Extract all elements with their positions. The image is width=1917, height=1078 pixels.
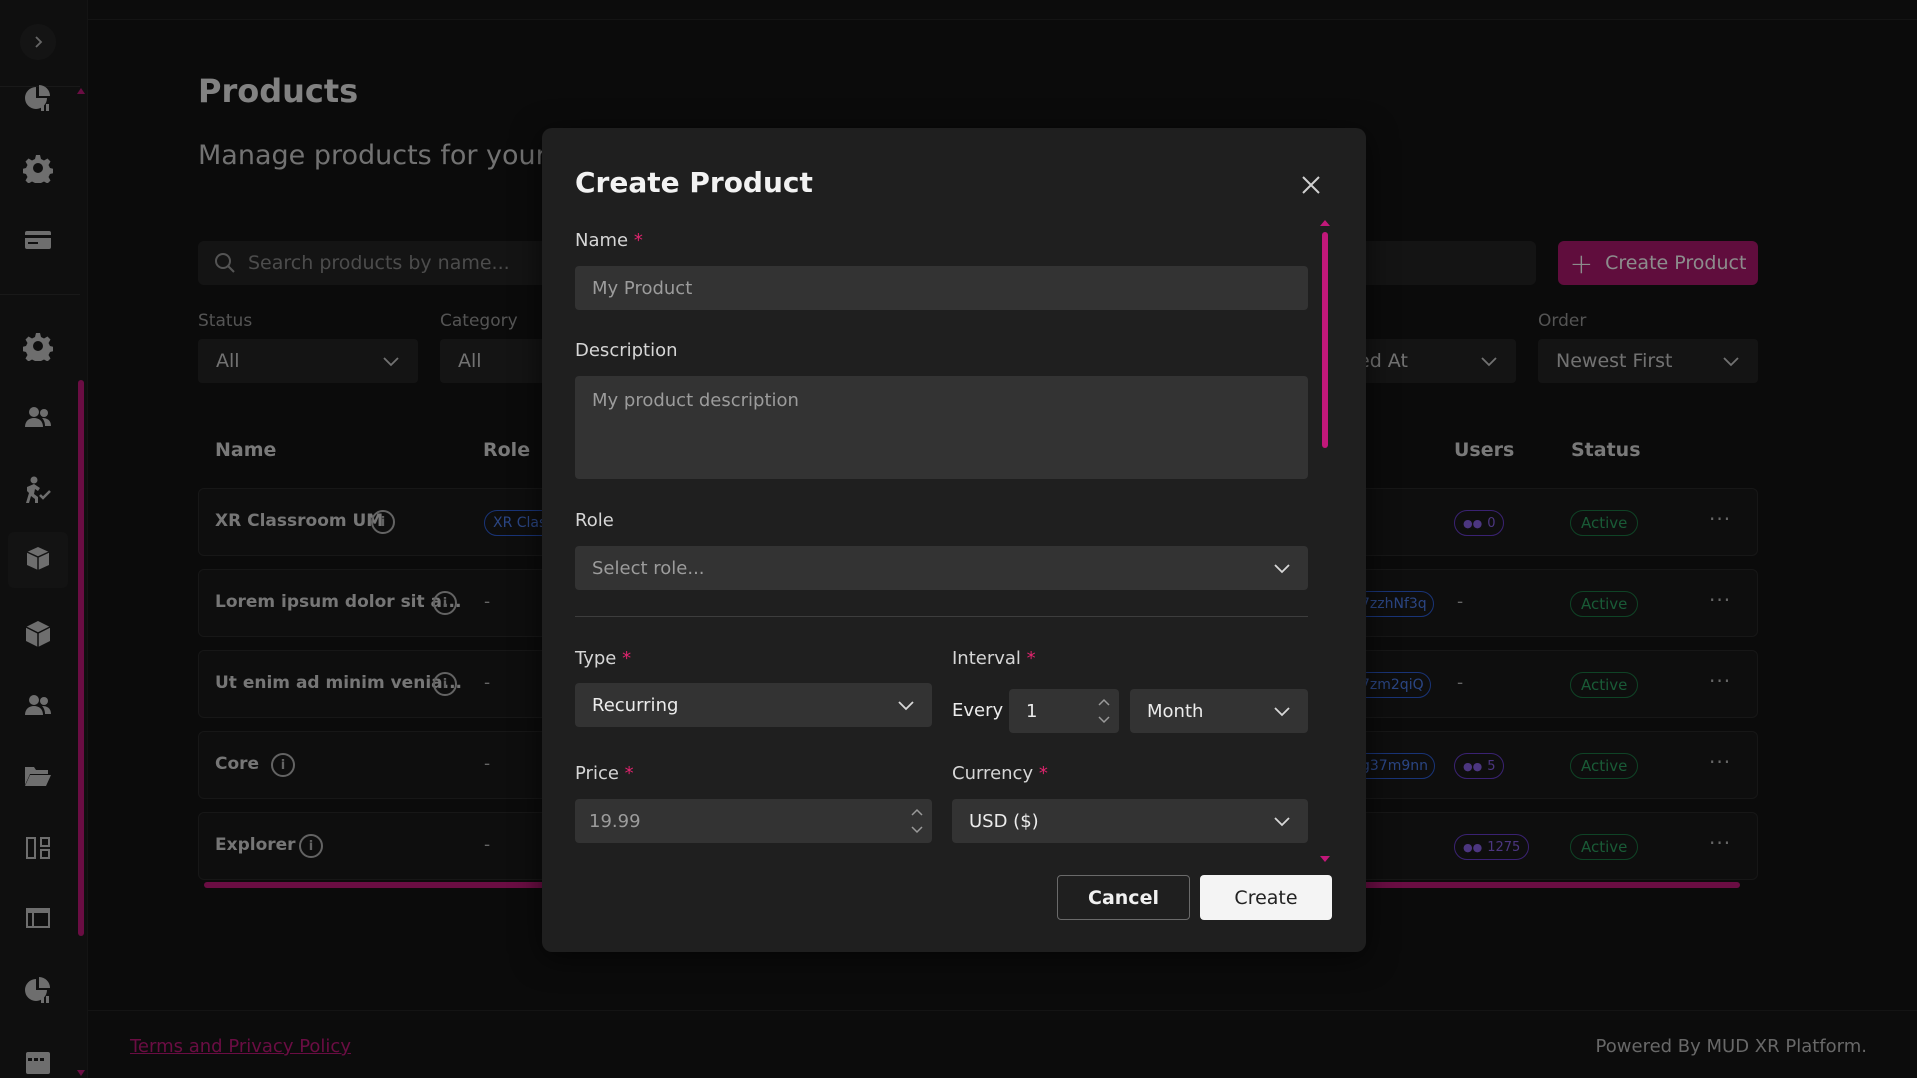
- modal-scroll-down[interactable]: [1320, 856, 1330, 862]
- chevron-down-icon: [1274, 564, 1290, 574]
- role-select[interactable]: Select role...: [575, 546, 1308, 590]
- interval-label: Interval *: [952, 648, 1036, 669]
- chevron-down-icon: [898, 701, 914, 711]
- currency-value: USD ($): [969, 810, 1039, 832]
- type-value: Recurring: [592, 694, 679, 716]
- modal-scrollbar[interactable]: [1322, 232, 1328, 448]
- price-label: Price *: [575, 763, 634, 784]
- cancel-button[interactable]: Cancel: [1057, 875, 1190, 920]
- name-label: Name *: [575, 230, 643, 251]
- description-placeholder: My product description: [592, 390, 799, 411]
- currency-select[interactable]: USD ($): [952, 799, 1308, 843]
- price-input[interactable]: 19.99: [575, 799, 932, 843]
- create-product-modal: Create Product Name * My Product Descrip…: [542, 128, 1366, 952]
- type-label: Type *: [575, 648, 632, 669]
- name-input[interactable]: My Product: [575, 266, 1308, 310]
- chevron-down-icon: [1274, 707, 1290, 717]
- name-placeholder: My Product: [592, 277, 693, 299]
- role-label: Role: [575, 510, 614, 531]
- description-textarea[interactable]: My product description: [575, 376, 1308, 479]
- close-icon[interactable]: [1296, 170, 1326, 200]
- interval-count-input[interactable]: 1: [1009, 689, 1119, 733]
- type-select[interactable]: Recurring: [575, 683, 932, 727]
- interval-count-value: 1: [1026, 700, 1038, 722]
- modal-title: Create Product: [575, 166, 813, 199]
- modal-scroll-up[interactable]: [1320, 220, 1330, 226]
- description-label: Description: [575, 340, 678, 361]
- section-divider: [575, 616, 1308, 617]
- role-placeholder: Select role...: [592, 557, 705, 579]
- currency-label: Currency *: [952, 763, 1048, 784]
- chevron-down-icon: [1274, 817, 1290, 827]
- interval-unit-value: Month: [1147, 700, 1204, 722]
- stepper-arrows-icon[interactable]: [910, 805, 924, 837]
- interval-every-label: Every: [952, 700, 1004, 721]
- create-button[interactable]: Create: [1200, 875, 1332, 920]
- price-placeholder: 19.99: [589, 810, 641, 832]
- interval-unit-select[interactable]: Month: [1130, 689, 1308, 733]
- stepper-arrows-icon[interactable]: [1097, 695, 1111, 727]
